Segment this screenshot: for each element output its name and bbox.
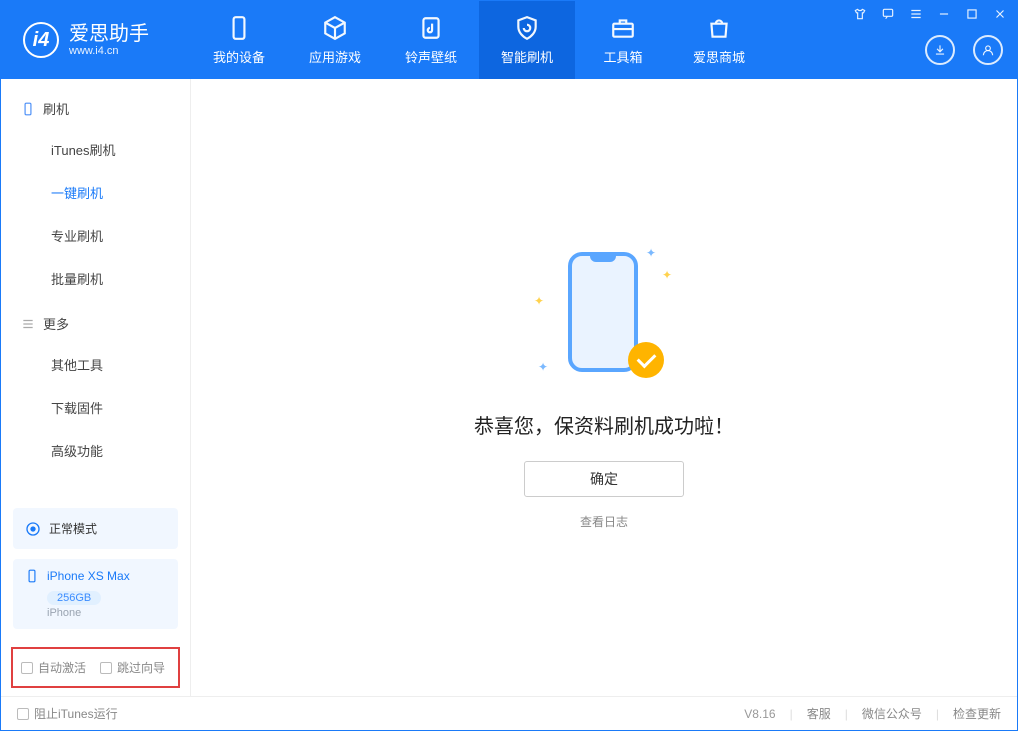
tab-label: 应用游戏 [309,47,361,66]
sidebar-item-adv[interactable]: 高级功能 [1,429,190,472]
status-bar: 阻止iTunes运行 V8.16 | 客服 | 微信公众号 | 检查更新 [1,696,1017,730]
toolbox-icon [610,15,636,41]
shield-refresh-icon [514,15,540,41]
title-bar: i4 爱思助手 www.i4.cn 我的设备 应用游戏 铃声壁纸 智能刷机 [1,1,1017,79]
checkbox-icon [17,708,29,720]
version-label: V8.16 [744,707,775,721]
check-badge-icon [628,342,664,378]
tab-device[interactable]: 我的设备 [191,1,287,79]
tab-label: 爱思商城 [693,47,745,66]
checkbox-label: 跳过向导 [117,659,165,676]
checkbox-icon [21,662,33,674]
update-link[interactable]: 检查更新 [953,705,1001,722]
app-name: 爱思助手 [69,23,149,45]
checkbox-label: 自动激活 [38,659,86,676]
sidebar-item-fw[interactable]: 下载固件 [1,386,190,429]
sparkle-icon: ✦ [534,294,544,308]
sidebar-item-batch[interactable]: 批量刷机 [1,257,190,300]
music-file-icon [418,15,444,41]
tab-store[interactable]: 爱思商城 [671,1,767,79]
section-title: 更多 [43,314,69,333]
tab-label: 智能刷机 [501,47,553,66]
menu-icon[interactable] [909,7,923,21]
tab-label: 我的设备 [213,47,265,66]
maximize-icon[interactable] [965,7,979,21]
download-button[interactable] [925,35,955,65]
wechat-link[interactable]: 微信公众号 [862,705,922,722]
sidebar-section-flash: 刷机 [1,85,190,128]
separator: | [790,707,793,721]
checkbox-auto-activate[interactable]: 自动激活 [21,659,86,676]
main-content: ✦ ✦ ✦ ✦ 恭喜您，保资料刷机成功啦！ 确定 查看日志 [191,79,1017,696]
minimize-icon[interactable] [937,7,951,21]
device-info-box[interactable]: iPhone XS Max 256GB iPhone [13,559,178,629]
device-name: iPhone XS Max [47,569,130,583]
separator: | [845,707,848,721]
ok-button[interactable]: 确定 [524,461,684,497]
options-box-highlighted: 自动激活 跳过向导 [11,647,180,688]
device-mode-box[interactable]: 正常模式 [13,508,178,549]
checkbox-icon [100,662,112,674]
sidebar-item-itunes[interactable]: iTunes刷机 [1,128,190,171]
phone-small-icon [21,102,35,116]
logo-text: 爱思助手 www.i4.cn [69,23,149,57]
checkbox-label: 阻止iTunes运行 [34,705,118,722]
phone-icon [226,15,252,41]
sidebar-item-pro[interactable]: 专业刷机 [1,214,190,257]
device-type: iPhone [47,607,166,619]
logo-area: i4 爱思助手 www.i4.cn [1,1,191,79]
sidebar-item-onekey[interactable]: 一键刷机 [1,171,190,214]
tab-label: 铃声壁纸 [405,47,457,66]
account-button[interactable] [973,35,1003,65]
sparkle-icon: ✦ [646,246,656,260]
window-controls [853,7,1007,21]
support-link[interactable]: 客服 [807,705,831,722]
nav-tabs: 我的设备 应用游戏 铃声壁纸 智能刷机 工具箱 爱思商城 [191,1,767,79]
tab-label: 工具箱 [603,47,642,66]
sparkle-icon: ✦ [662,268,672,282]
sidebar: 刷机 iTunes刷机 一键刷机 专业刷机 批量刷机 更多 其他工具 下载固件 … [1,79,191,696]
logo-icon: i4 [23,22,59,58]
feedback-icon[interactable] [881,7,895,21]
sidebar-item-other[interactable]: 其他工具 [1,343,190,386]
device-icon [25,569,39,583]
success-illustration: ✦ ✦ ✦ ✦ [534,246,674,386]
sidebar-section-more: 更多 [1,300,190,343]
bag-icon [706,15,732,41]
tab-tools[interactable]: 工具箱 [575,1,671,79]
section-title: 刷机 [43,99,69,118]
checkbox-skip-setup[interactable]: 跳过向导 [100,659,165,676]
device-mode-label: 正常模式 [49,520,97,537]
sparkle-icon: ✦ [538,360,548,374]
list-icon [21,317,35,331]
phone-graphic [568,252,638,372]
window-controls-area [853,1,1017,79]
tab-apps[interactable]: 应用游戏 [287,1,383,79]
download-icon [933,43,947,57]
close-icon[interactable] [993,7,1007,21]
device-storage-badge: 256GB [47,591,101,605]
app-window: i4 爱思助手 www.i4.cn 我的设备 应用游戏 铃声壁纸 智能刷机 [0,0,1018,731]
checkbox-block-itunes[interactable]: 阻止iTunes运行 [17,705,118,722]
body: 刷机 iTunes刷机 一键刷机 专业刷机 批量刷机 更多 其他工具 下载固件 … [1,79,1017,696]
tab-flash[interactable]: 智能刷机 [479,1,575,79]
tshirt-icon[interactable] [853,7,867,21]
view-log-link[interactable]: 查看日志 [580,513,628,530]
user-icon [981,43,995,57]
user-row [925,35,1007,65]
separator: | [936,707,939,721]
cube-icon [322,15,348,41]
mode-icon [25,521,41,537]
tab-ringtones[interactable]: 铃声壁纸 [383,1,479,79]
app-url: www.i4.cn [69,45,149,57]
success-headline: 恭喜您，保资料刷机成功啦！ [474,410,734,439]
